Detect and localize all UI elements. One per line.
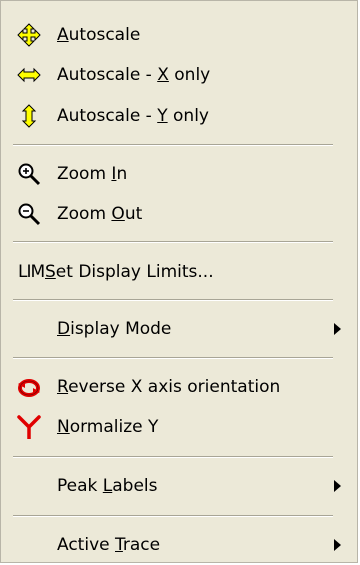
menu-item-label: Zoom Out [57,204,143,224]
menu-item-label: Autoscale [57,25,141,45]
menu-item-active-trace[interactable]: Active Trace [9,527,349,563]
normalize-y-icon [17,415,41,439]
menu-separator [13,515,333,517]
menu-item-autoscale-x-only[interactable]: Autoscale - X only [9,57,349,93]
menu-item-peak-labels[interactable]: Peak Labels [9,468,349,504]
menu-item-label: Set Display Limits... [45,262,214,282]
menu-separator [13,299,333,301]
vertical-arrow-icon [21,104,37,128]
menu-item-label: Autoscale - X only [57,65,211,85]
menu-item-autoscale-y-only[interactable]: Autoscale - Y only [9,98,349,134]
menu-item-autoscale[interactable]: Autoscale [9,17,349,53]
reverse-axis-icon [18,379,40,397]
lim-icon: LIM [18,262,45,282]
menu-item-label: Active Trace [57,535,161,555]
menu-item-normalize-y[interactable]: Normalize Y [9,409,349,445]
menu-item-zoom-out[interactable]: Zoom Out [9,196,349,232]
menu-item-label: Autoscale - Y only [57,106,209,126]
menu-separator [13,241,333,243]
horizontal-arrow-icon [17,67,41,83]
menu-item-label: Normalize Y [57,417,159,437]
menu-item-label: Zoom In [57,164,128,184]
submenu-arrow-icon [334,539,341,551]
menu-item-reverse-x-axis[interactable]: Reverse X axis orientation [9,369,349,405]
context-menu: Autoscale Autoscale - X only Autoscale -… [0,0,358,563]
zoom-out-icon [18,203,41,226]
menu-separator [13,144,333,146]
menu-item-label: Reverse X axis orientation [57,377,281,397]
submenu-arrow-icon [334,480,341,492]
menu-item-label: Peak Labels [57,476,158,496]
menu-item-label: Display Mode [57,319,172,339]
menu-item-set-display-limits[interactable]: LIM Set Display Limits... [9,254,349,290]
menu-item-zoom-in[interactable]: Zoom In [9,156,349,192]
menu-separator [13,357,333,359]
zoom-in-icon [18,163,41,186]
move-arrows-icon [17,23,41,47]
submenu-arrow-icon [334,323,341,335]
menu-item-display-mode[interactable]: Display Mode [9,311,349,347]
menu-separator [13,456,333,458]
